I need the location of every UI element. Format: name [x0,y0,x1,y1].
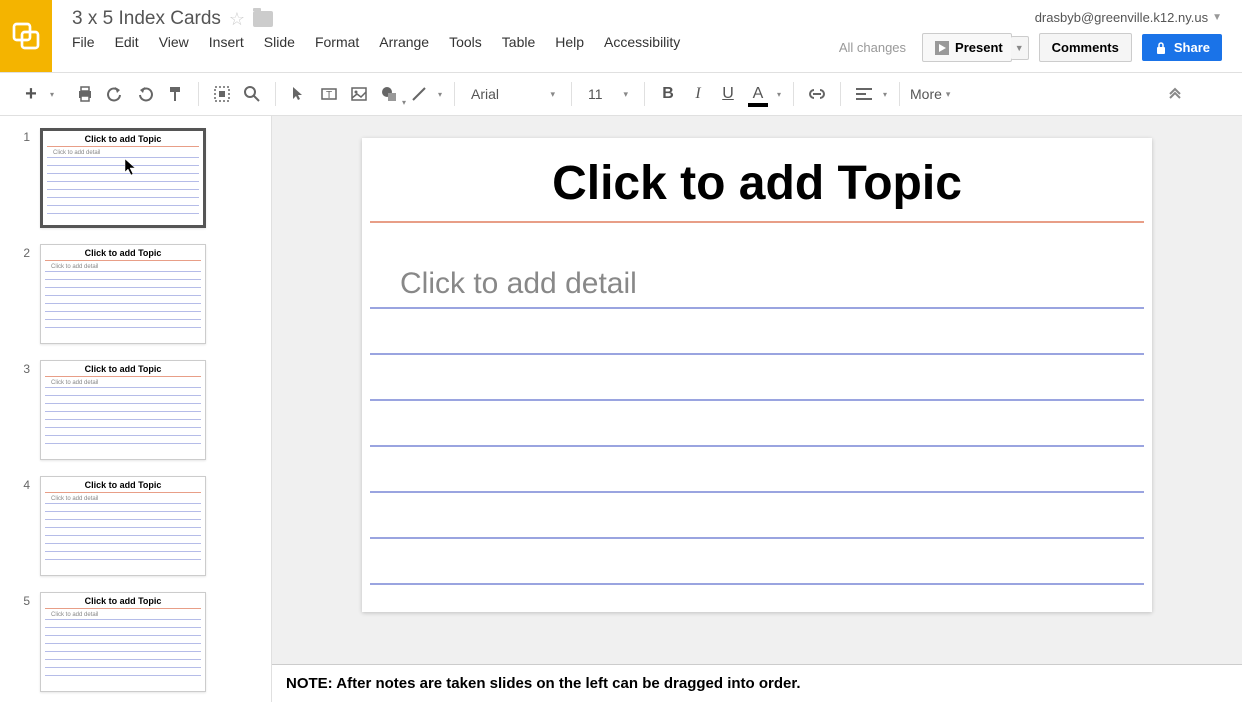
speaker-notes[interactable]: NOTE: After notes are taken slides on th… [272,664,1242,702]
zoom-button[interactable] [237,79,267,109]
save-status: All changes [839,40,906,55]
collapse-toolbar-icon[interactable] [1168,85,1232,104]
lock-icon [1154,42,1168,54]
thumb-title: Click to add Topic [41,245,205,260]
thumbnail-number: 5 [12,592,40,608]
thumb-title: Click to add Topic [41,593,205,608]
thumbnail-preview[interactable]: Click to add Topic Click to add detail [40,128,206,228]
canvas-area: Click to add Topic Click to add detail N… [272,116,1242,702]
main-area: 1 Click to add Topic Click to add detail … [0,116,1242,702]
thumbnail-preview[interactable]: Click to add Topic Click to add detail [40,244,206,344]
more-button[interactable]: More▾ [902,86,958,102]
present-dropdown[interactable]: ▼ [1011,36,1029,60]
align-dropdown[interactable]: ▾ [879,79,891,109]
thumbnail-preview[interactable]: Click to add Topic Click to add detail [40,360,206,460]
thumbnail-number: 3 [12,360,40,376]
blue-rule-line [370,491,1144,493]
menu-table[interactable]: Table [502,34,535,50]
slide-thumbnail[interactable]: 5Click to add Topic Click to add detail [0,588,271,696]
undo-button[interactable] [100,79,130,109]
menu-accessibility[interactable]: Accessibility [604,34,680,50]
slide-canvas[interactable]: Click to add Topic Click to add detail [362,138,1152,612]
textbox-tool[interactable]: T [314,79,344,109]
text-color-dropdown[interactable]: ▾ [773,79,785,109]
cursor-pointer-icon [124,158,138,179]
italic-button[interactable]: I [683,79,713,109]
app-logo[interactable] [0,0,52,72]
new-slide-dropdown[interactable]: ▾ [46,79,58,109]
font-select[interactable]: Arial▾ [463,82,563,106]
thumb-detail: Click to add detail [47,150,199,158]
play-icon [935,41,949,55]
redo-button[interactable] [130,79,160,109]
menu-help[interactable]: Help [555,34,584,50]
link-button[interactable] [802,79,832,109]
thumbnail-preview[interactable]: Click to add Topic Click to add detail [40,592,206,692]
line-tool[interactable] [404,79,434,109]
thumb-title: Click to add Topic [43,131,203,146]
image-tool[interactable] [344,79,374,109]
chevron-down-icon: ▼ [1212,12,1222,23]
present-button[interactable]: Present [922,33,1012,62]
select-tool[interactable] [284,79,314,109]
fit-button[interactable] [207,79,237,109]
svg-text:T: T [326,90,332,101]
menu-bar: File Edit View Insert Slide Format Arran… [72,34,829,50]
document-title[interactable]: 3 x 5 Index Cards [72,8,221,30]
header: 3 x 5 Index Cards ☆ File Edit View Inser… [0,0,1242,72]
star-icon[interactable]: ☆ [229,9,245,30]
blue-rule-line [370,399,1144,401]
line-dropdown[interactable]: ▾ [434,79,446,109]
slide-thumbnail[interactable]: 3Click to add Topic Click to add detail [0,356,271,464]
paint-format-button[interactable] [160,79,190,109]
menu-view[interactable]: View [159,34,189,50]
align-button[interactable] [849,79,879,109]
thumbnail-number: 2 [12,244,40,260]
comments-button[interactable]: Comments [1039,33,1132,62]
user-email[interactable]: drasbyb@greenville.k12.ny.us▼ [839,10,1222,25]
menu-slide[interactable]: Slide [264,34,295,50]
slide-title-placeholder[interactable]: Click to add Topic [362,138,1152,221]
slide-thumbnail[interactable]: 2Click to add Topic Click to add detail [0,240,271,348]
thumb-title: Click to add Topic [41,361,205,376]
thumb-title: Click to add Topic [41,477,205,492]
slide-panel[interactable]: 1Click to add Topic Click to add detail … [0,116,272,702]
thumb-detail: Click to add detail [45,612,201,620]
blue-rule-line [370,445,1144,447]
menu-arrange[interactable]: Arrange [379,34,429,50]
thumbnail-number: 4 [12,476,40,492]
print-button[interactable] [70,79,100,109]
menu-file[interactable]: File [72,34,95,50]
share-button[interactable]: Share [1142,34,1222,61]
toolbar: + ▾ T ▾ Arial▾ 11▾ B I U A ▾ [0,72,1242,116]
thumb-detail: Click to add detail [45,496,201,504]
slide-detail-placeholder[interactable]: Click to add detail [370,267,1144,307]
thumbnail-number: 1 [12,128,40,144]
blue-rule-line [370,353,1144,355]
thumbnail-preview[interactable]: Click to add Topic Click to add detail [40,476,206,576]
menu-tools[interactable]: Tools [449,34,482,50]
red-rule-line [370,221,1144,223]
font-size-select[interactable]: 11▾ [580,82,636,106]
menu-insert[interactable]: Insert [209,34,244,50]
text-color-button[interactable]: A [743,79,773,109]
slide-thumbnail[interactable]: 4Click to add Topic Click to add detail [0,472,271,580]
bold-button[interactable]: B [653,79,683,109]
blue-rule-line [370,583,1144,585]
menu-edit[interactable]: Edit [115,34,139,50]
shape-tool[interactable] [374,79,404,109]
underline-button[interactable]: U [713,79,743,109]
new-slide-button[interactable]: + [16,79,46,109]
folder-icon[interactable] [253,11,273,27]
thumb-detail: Click to add detail [45,264,201,272]
blue-rule-line [370,307,1144,309]
thumb-detail: Click to add detail [45,380,201,388]
menu-format[interactable]: Format [315,34,359,50]
blue-rule-line [370,537,1144,539]
